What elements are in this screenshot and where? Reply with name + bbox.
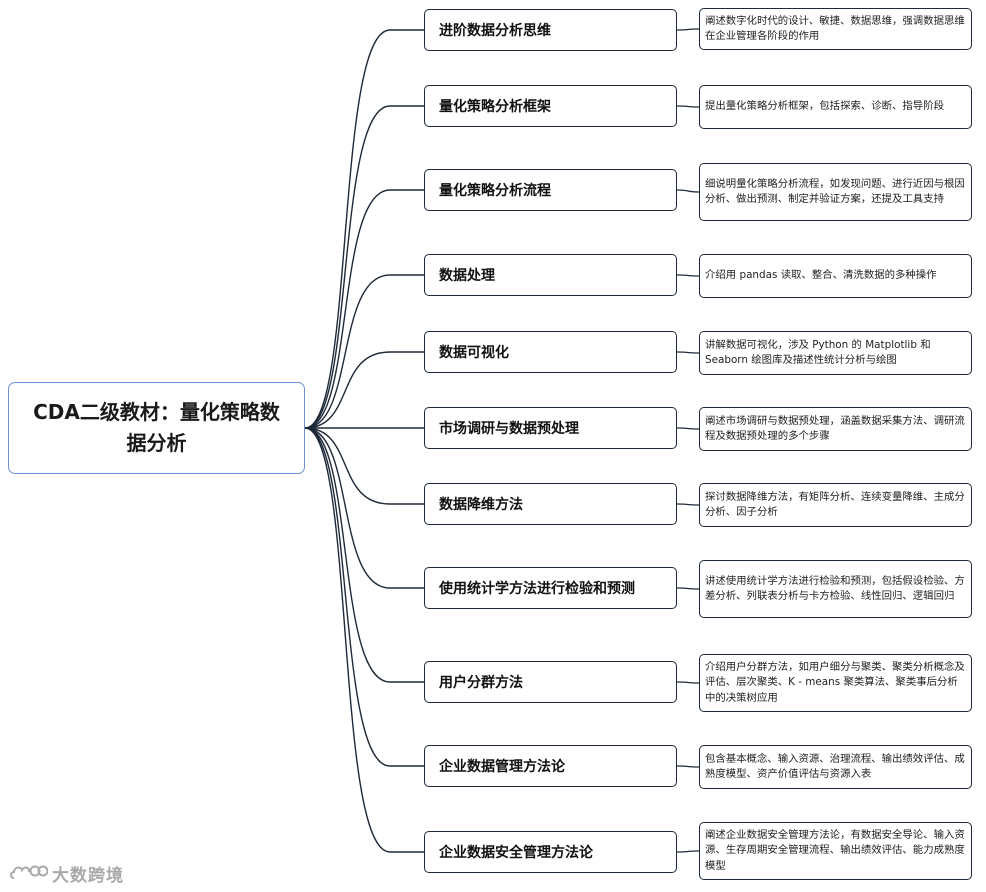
branch-description[interactable]: 介绍用户分群方法，如用户细分与聚类、聚类分析概念及评估、层次聚类、K - mea… bbox=[699, 654, 972, 712]
branch-desc-connector bbox=[676, 681, 700, 684]
branch-description[interactable]: 探讨数据降维方法，有矩阵分析、连续变量降维、主成分分析、因子分析 bbox=[699, 483, 972, 527]
branch-description[interactable]: 阐述数字化时代的设计、敏捷、数据思维，强调数据思维在企业管理各阶段的作用 bbox=[699, 8, 972, 50]
root-branch-connector bbox=[304, 427, 424, 505]
branch-node[interactable]: 量化策略分析框架 bbox=[424, 85, 677, 127]
branch-desc-connector bbox=[676, 850, 700, 853]
branch-node[interactable]: 数据处理 bbox=[424, 254, 677, 296]
branch-node[interactable]: 市场调研与数据预处理 bbox=[424, 407, 677, 449]
watermark-text: 大数跨境 bbox=[52, 865, 124, 886]
branch-desc-connector bbox=[676, 189, 700, 193]
root-branch-connector bbox=[304, 427, 424, 767]
branch-desc-connector bbox=[676, 587, 700, 590]
branch-node[interactable]: 企业数据安全管理方法论 bbox=[424, 831, 677, 873]
branch-node[interactable]: 进阶数据分析思维 bbox=[424, 9, 677, 51]
cloud-logo-icon bbox=[10, 865, 48, 879]
branch-description[interactable]: 讲解数据可视化，涉及 Python 的 Matplotlib 和 Seaborn… bbox=[699, 331, 972, 375]
branch-node[interactable]: 使用统计学方法进行检验和预测 bbox=[424, 567, 677, 609]
branch-desc-connector bbox=[676, 427, 700, 430]
branch-description[interactable]: 介绍用 pandas 读取、整合、清洗数据的多种操作 bbox=[699, 254, 972, 298]
branch-description[interactable]: 讲述使用统计学方法进行检验和预测，包括假设检验、方差分析、列联表分析与卡方检验、… bbox=[699, 560, 972, 618]
branch-node[interactable]: 数据可视化 bbox=[424, 331, 677, 373]
branch-node[interactable]: 用户分群方法 bbox=[424, 661, 677, 703]
branch-description[interactable]: 包含基本概念、输入资源、治理流程、输出绩效评估、成熟度模型、资产价值评估与资源入… bbox=[699, 745, 972, 789]
root-branch-connector bbox=[304, 351, 424, 429]
watermark: 大数跨境 bbox=[8, 861, 124, 886]
branch-desc-connector bbox=[676, 105, 700, 108]
root-branch-connector bbox=[304, 105, 424, 429]
root-branch-connector bbox=[304, 427, 424, 683]
branch-desc-connector bbox=[676, 503, 700, 506]
branch-description[interactable]: 阐述企业数据安全管理方法论，有数据安全导论、输入资源、生存周期安全管理流程、输出… bbox=[699, 822, 972, 880]
branch-node[interactable]: 数据降维方法 bbox=[424, 483, 677, 525]
branch-desc-connector bbox=[676, 28, 700, 31]
branch-description[interactable]: 细说明量化策略分析流程，如发现问题、进行近因与根因分析、做出预测、制定并验证方案… bbox=[699, 163, 972, 221]
root-branch-connector bbox=[304, 189, 424, 429]
branch-desc-connector bbox=[676, 351, 700, 354]
branch-node[interactable]: 量化策略分析流程 bbox=[424, 169, 677, 211]
root-branch-connector bbox=[304, 29, 424, 429]
branch-desc-connector bbox=[676, 765, 700, 768]
branch-node[interactable]: 企业数据管理方法论 bbox=[424, 745, 677, 787]
branch-description[interactable]: 阐述市场调研与数据预处理，涵盖数据采集方法、调研流程及数据预处理的多个步骤 bbox=[699, 407, 972, 451]
root-branch-connector bbox=[304, 427, 424, 853]
branch-description[interactable]: 提出量化策略分析框架，包括探索、诊断、指导阶段 bbox=[699, 85, 972, 129]
branch-desc-connector bbox=[676, 274, 700, 277]
root-topic[interactable]: CDA二级教材：量化策略数据分析 bbox=[8, 382, 305, 474]
